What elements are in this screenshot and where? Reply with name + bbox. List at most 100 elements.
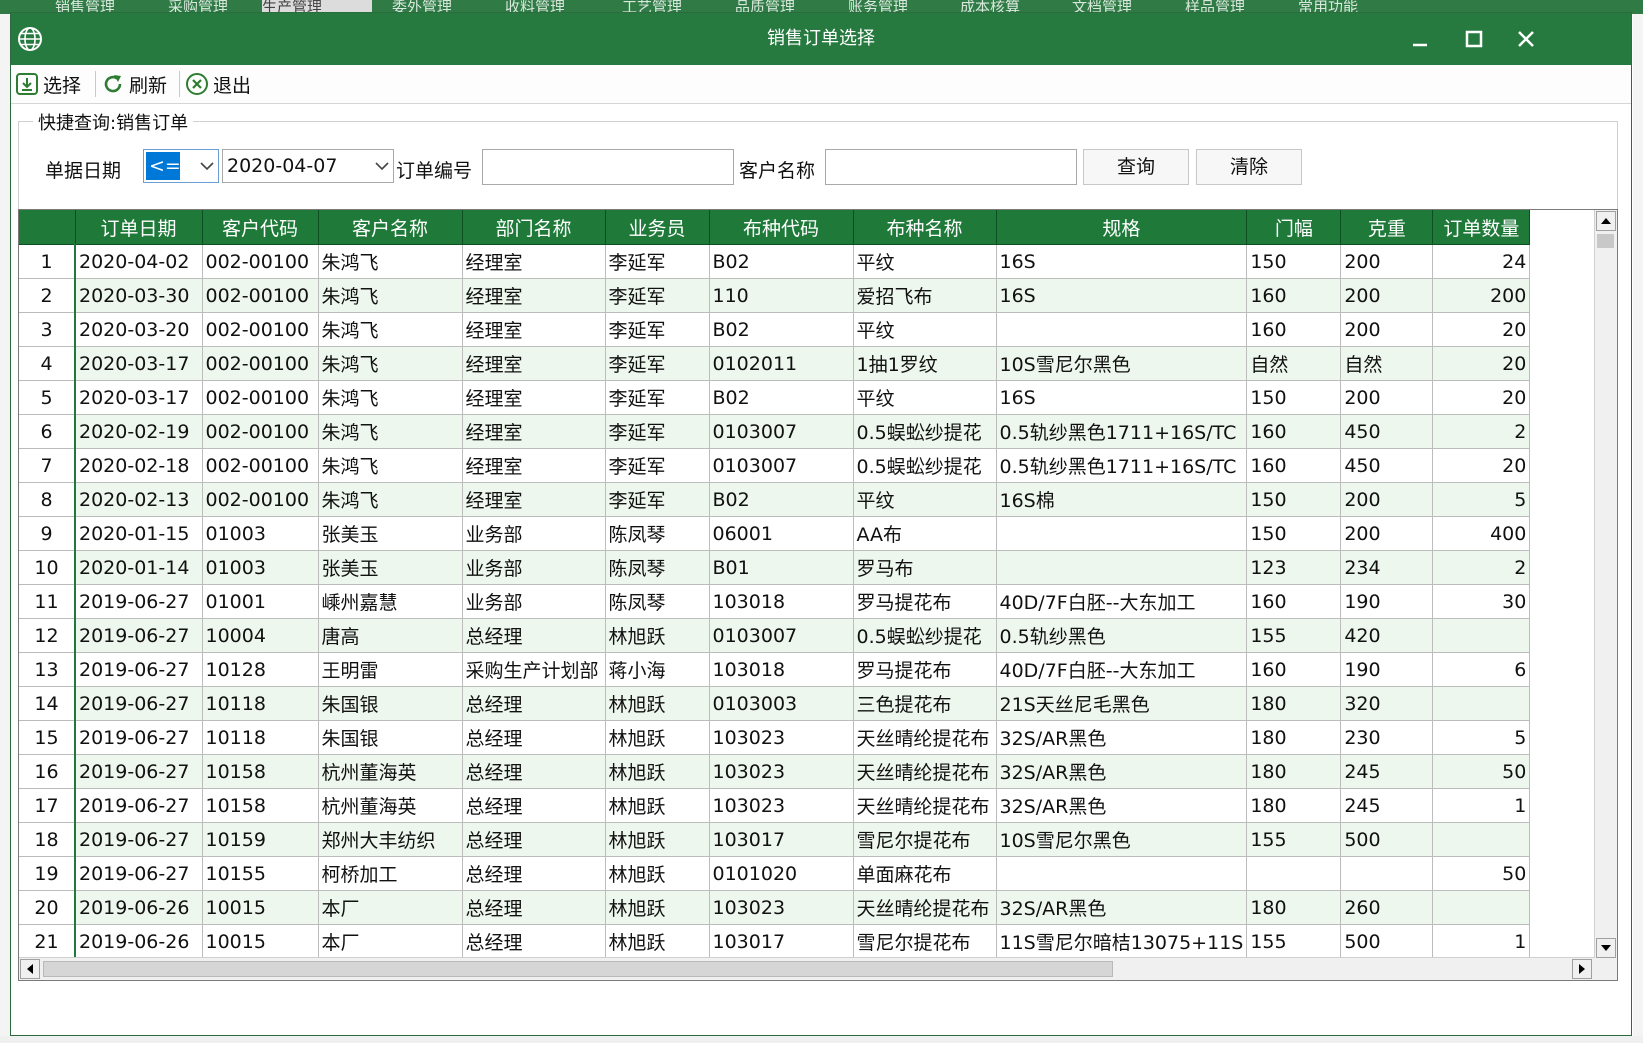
table-cell[interactable]: 2020-03-30 <box>75 278 203 313</box>
table-cell[interactable]: 10158 <box>202 754 319 789</box>
table-cell[interactable]: 林旭跃 <box>605 890 710 925</box>
table-cell[interactable]: 10004 <box>202 618 319 653</box>
table-cell[interactable]: 2020-02-18 <box>75 448 203 483</box>
table-cell[interactable]: 陈凤琴 <box>605 550 710 585</box>
table-cell[interactable] <box>996 856 1248 891</box>
row-number-cell[interactable]: 15 <box>19 720 76 755</box>
table-cell[interactable]: 200 <box>1340 312 1434 347</box>
table-cell[interactable]: 10S雪尼尔黑色 <box>996 346 1248 381</box>
table-cell[interactable]: 160 <box>1246 278 1342 313</box>
table-cell[interactable]: 400 <box>1432 516 1531 551</box>
horizontal-scrollbar[interactable] <box>19 957 1595 980</box>
table-cell[interactable]: 200 <box>1340 278 1434 313</box>
column-header[interactable]: 订单数量 <box>1432 210 1531 245</box>
table-cell[interactable]: 160 <box>1246 448 1342 483</box>
table-cell[interactable]: 103017 <box>709 924 854 959</box>
table-cell[interactable]: 李延军 <box>605 312 710 347</box>
table-cell[interactable]: 总经理 <box>462 890 606 925</box>
table-cell[interactable]: 采购生产计划部 <box>462 652 606 687</box>
table-cell[interactable]: 50 <box>1432 754 1531 789</box>
table-cell[interactable]: 2020-01-15 <box>75 516 203 551</box>
table-cell[interactable]: 朱鸿飞 <box>318 346 463 381</box>
table-row[interactable]: 19 2019-06-27 10155 柯桥加工 总经理 林旭跃 0101020 单面麻花布 5… <box>19 856 1531 891</box>
table-row[interactable]: 18 2019-06-27 10159 郑州大丰纺织 总经理 林旭跃 103017 雪尼尔提花… <box>19 822 1531 857</box>
table-cell[interactable]: 2019-06-27 <box>75 754 203 789</box>
table-cell[interactable]: 总经理 <box>462 618 606 653</box>
table-cell[interactable]: 103023 <box>709 754 854 789</box>
table-cell[interactable]: 500 <box>1340 822 1434 857</box>
table-cell[interactable]: 20 <box>1432 346 1531 381</box>
table-cell[interactable]: 40D/7F白胚--大东加工 <box>996 652 1248 687</box>
table-cell[interactable]: 1 <box>1432 924 1531 959</box>
table-row[interactable]: 5 2020-03-17 002-00100 朱鸿飞 经理室 李延军 B02 平纹 16S 150… <box>19 380 1531 415</box>
table-cell[interactable]: 天丝晴纶提花布 <box>853 754 997 789</box>
table-cell[interactable]: 2020-02-13 <box>75 482 203 517</box>
customer-name-input[interactable] <box>825 149 1077 185</box>
table-cell[interactable]: 林旭跃 <box>605 924 710 959</box>
table-cell[interactable]: 2020-02-19 <box>75 414 203 449</box>
table-row[interactable]: 16 2019-06-27 10158 杭州董海英 总经理 林旭跃 103023 天丝晴纶提花… <box>19 754 1531 789</box>
table-cell[interactable]: 2019-06-27 <box>75 822 203 857</box>
table-cell[interactable]: 230 <box>1340 720 1434 755</box>
table-cell[interactable]: 2019-06-26 <box>75 924 203 959</box>
table-cell[interactable]: 林旭跃 <box>605 618 710 653</box>
table-cell[interactable]: 朱鸿飞 <box>318 312 463 347</box>
table-cell[interactable]: 0.5轨纱黑色1711+16S/TC <box>996 414 1248 449</box>
table-cell[interactable]: 张美玉 <box>318 516 463 551</box>
table-cell[interactable]: 平纹 <box>853 244 997 279</box>
table-cell[interactable]: 10159 <box>202 822 319 857</box>
column-header[interactable]: 布种名称 <box>853 210 997 245</box>
table-cell[interactable]: 24 <box>1432 244 1531 279</box>
row-number-cell[interactable]: 1 <box>19 244 76 279</box>
table-cell[interactable]: 160 <box>1246 312 1342 347</box>
table-row[interactable]: 13 2019-06-27 10128 王明雷 采购生产计划部 蒋小海 103018 罗马提花… <box>19 652 1531 687</box>
table-row[interactable]: 1 2020-04-02 002-00100 朱鸿飞 经理室 李延军 B02 平纹 16S 150… <box>19 244 1531 279</box>
table-cell[interactable]: AA布 <box>853 516 997 551</box>
table-cell[interactable]: 经理室 <box>462 346 606 381</box>
table-cell[interactable]: 420 <box>1340 618 1434 653</box>
table-cell[interactable]: 450 <box>1340 414 1434 449</box>
table-cell[interactable]: 总经理 <box>462 924 606 959</box>
table-cell[interactable]: 0.5蜈蚣纱提花 <box>853 618 997 653</box>
table-cell[interactable]: 0102011 <box>709 346 854 381</box>
table-cell[interactable]: 10158 <box>202 788 319 823</box>
row-number-cell[interactable]: 6 <box>19 414 76 449</box>
table-cell[interactable]: 平纹 <box>853 380 997 415</box>
table-cell[interactable]: 总经理 <box>462 720 606 755</box>
table-cell[interactable]: 10118 <box>202 720 319 755</box>
table-cell[interactable]: 天丝晴纶提花布 <box>853 890 997 925</box>
table-cell[interactable]: 16S <box>996 380 1248 415</box>
table-cell[interactable] <box>1432 890 1531 925</box>
table-cell[interactable]: 朱鸿飞 <box>318 414 463 449</box>
table-cell[interactable]: 190 <box>1340 652 1434 687</box>
table-cell[interactable]: 002-00100 <box>202 312 319 347</box>
table-cell[interactable]: 总经理 <box>462 686 606 721</box>
table-cell[interactable]: 自然 <box>1340 346 1434 381</box>
table-cell[interactable]: B02 <box>709 244 854 279</box>
table-cell[interactable]: 朱国银 <box>318 686 463 721</box>
row-number-header[interactable] <box>19 210 76 245</box>
table-cell[interactable]: 32S/AR黑色 <box>996 754 1248 789</box>
table-cell[interactable]: 平纹 <box>853 312 997 347</box>
table-cell[interactable]: 0.5蜈蚣纱提花 <box>853 448 997 483</box>
table-cell[interactable]: 2019-06-27 <box>75 686 203 721</box>
date-picker[interactable]: 2020-04-07 <box>222 149 394 183</box>
table-cell[interactable]: 180 <box>1246 720 1342 755</box>
table-cell[interactable]: 160 <box>1246 414 1342 449</box>
table-cell[interactable]: 20 <box>1432 448 1531 483</box>
table-cell[interactable]: 103017 <box>709 822 854 857</box>
table-cell[interactable]: 雪尼尔提花布 <box>853 924 997 959</box>
table-cell[interactable]: 总经理 <box>462 788 606 823</box>
table-cell[interactable]: 200 <box>1432 278 1531 313</box>
table-cell[interactable]: 155 <box>1246 924 1342 959</box>
table-cell[interactable]: 0.5蜈蚣纱提花 <box>853 414 997 449</box>
column-header[interactable]: 业务员 <box>605 210 710 245</box>
table-cell[interactable]: 柯桥加工 <box>318 856 463 891</box>
row-number-cell[interactable]: 5 <box>19 380 76 415</box>
table-cell[interactable]: 200 <box>1340 244 1434 279</box>
table-cell[interactable]: 0.5轨纱黑色 <box>996 618 1248 653</box>
table-cell[interactable]: 王明雷 <box>318 652 463 687</box>
table-cell[interactable]: 103018 <box>709 652 854 687</box>
table-cell[interactable]: 李延军 <box>605 380 710 415</box>
table-cell[interactable]: 天丝晴纶提花布 <box>853 788 997 823</box>
